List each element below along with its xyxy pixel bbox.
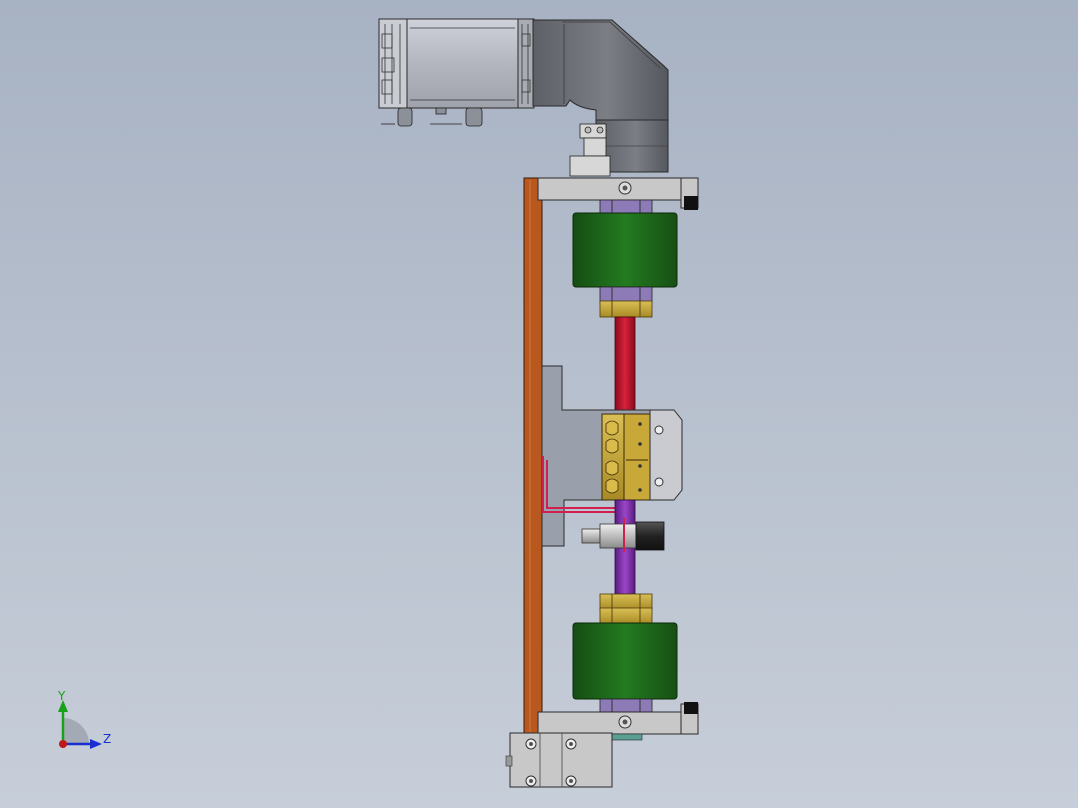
triad-z-label: Z bbox=[103, 732, 111, 746]
triad-y-label: Y bbox=[57, 689, 66, 703]
motor-front-flange bbox=[517, 18, 535, 109]
servo-motor[interactable] bbox=[378, 18, 535, 127]
top-sensor-bracket bbox=[569, 123, 611, 177]
lead-screw-upper bbox=[614, 316, 636, 418]
bottom-bearing bbox=[599, 698, 653, 714]
bottom-coupling[interactable] bbox=[572, 622, 678, 700]
top-coupling[interactable] bbox=[572, 212, 678, 288]
carriage-side-clamp bbox=[649, 409, 683, 501]
right-angle-gearbox[interactable] bbox=[532, 19, 669, 177]
proximity-sensor[interactable] bbox=[581, 518, 665, 552]
bottom-shaft-collar bbox=[599, 593, 653, 625]
cad-viewport[interactable]: Y Z bbox=[0, 0, 1078, 808]
motor-connectors bbox=[381, 107, 483, 127]
lead-screw-nut-block[interactable] bbox=[601, 413, 651, 501]
mounting-block[interactable] bbox=[505, 732, 613, 788]
coordinate-triad-icon: Y Z bbox=[57, 689, 111, 749]
gearbox-housing bbox=[532, 19, 669, 121]
top-bearing bbox=[599, 199, 653, 215]
motor-rear-cap bbox=[378, 18, 408, 109]
back-plate[interactable] bbox=[523, 177, 543, 735]
top-shaft-collar bbox=[599, 286, 653, 318]
